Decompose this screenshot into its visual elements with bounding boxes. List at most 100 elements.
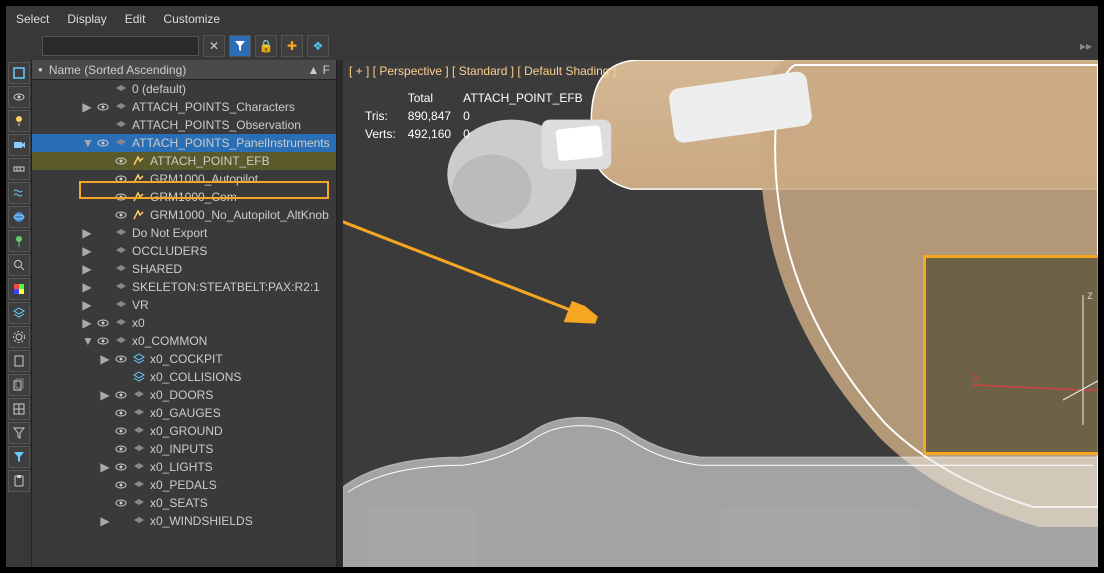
menu-display[interactable]: Display	[67, 12, 106, 26]
tree-row[interactable]: GRM1000_Autopilot	[32, 170, 336, 188]
layers-icon	[132, 352, 146, 366]
tree-row[interactable]: GRM1000_Com	[32, 188, 336, 206]
gear-tool[interactable]	[8, 326, 30, 348]
visibility-icon[interactable]	[114, 352, 128, 366]
tree-row[interactable]: ▶Do Not Export	[32, 224, 336, 242]
cam-tool[interactable]	[8, 134, 30, 156]
clear-search-button[interactable]: ✕	[203, 35, 225, 57]
tree-row[interactable]: ▶x0_WINDSHIELDS	[32, 512, 336, 530]
menu-edit[interactable]: Edit	[125, 12, 146, 26]
visibility-icon[interactable]	[114, 496, 128, 510]
color-tool[interactable]	[8, 278, 30, 300]
expand-arrow[interactable]: ▼	[82, 136, 92, 150]
page-tool[interactable]	[8, 350, 30, 372]
tree-label: x0_INPUTS	[150, 442, 213, 456]
expand-arrow[interactable]: ▶	[100, 352, 110, 366]
expand-arrow[interactable]: ▼	[82, 334, 92, 348]
tree-row[interactable]: GRM1000_No_Autopilot_AltKnob	[32, 206, 336, 224]
visibility-icon[interactable]	[96, 316, 110, 330]
visibility-icon[interactable]	[114, 406, 128, 420]
tree-row[interactable]: ▶x0_DOORS	[32, 386, 336, 404]
layer-icon	[132, 460, 146, 474]
layers-button[interactable]: ❖	[307, 35, 329, 57]
tree-label: x0_LIGHTS	[150, 460, 213, 474]
visibility-icon[interactable]	[96, 334, 110, 348]
expand-arrow[interactable]: ▶	[82, 244, 92, 258]
waves-tool[interactable]	[8, 182, 30, 204]
tree-row[interactable]: x0_COLLISIONS	[32, 368, 336, 386]
tree-row[interactable]: 0 (default)	[32, 80, 336, 98]
axis-gizmo: x y z	[943, 275, 1098, 435]
visibility-icon[interactable]	[114, 190, 128, 204]
layer-icon	[132, 406, 146, 420]
light-tool[interactable]	[8, 110, 30, 132]
search-tool[interactable]	[8, 254, 30, 276]
panel-col-f[interactable]: ▲ F	[307, 63, 330, 77]
eye-tool[interactable]	[8, 86, 30, 108]
tree-row[interactable]: ▶SHARED	[32, 260, 336, 278]
add-button[interactable]: ✚	[281, 35, 303, 57]
tree-row[interactable]: x0_INPUTS	[32, 440, 336, 458]
tree-row[interactable]: x0_SEATS	[32, 494, 336, 512]
visibility-icon[interactable]	[114, 460, 128, 474]
tree-row[interactable]: ▶ VR	[32, 296, 336, 314]
menu-customize[interactable]: Customize	[163, 12, 220, 26]
box-tool[interactable]	[8, 62, 30, 84]
tree-row[interactable]: x0_GROUND	[32, 422, 336, 440]
ruler-tool[interactable]	[8, 158, 30, 180]
tree-row[interactable]: x0_GAUGES	[32, 404, 336, 422]
funnel-tool[interactable]	[8, 422, 30, 444]
tree-row[interactable]: ▼ ATTACH_POINTS_PanelInstruments	[32, 134, 336, 152]
grid-tool[interactable]	[8, 398, 30, 420]
tree-row[interactable]: ▶ATTACH_POINTS_Characters	[32, 98, 336, 116]
tree-row[interactable]: ▶ x0_COCKPIT	[32, 350, 336, 368]
visibility-icon[interactable]	[96, 136, 110, 150]
pages-tool[interactable]	[8, 374, 30, 396]
tree-row[interactable]: ▶x0	[32, 314, 336, 332]
visibility-icon[interactable]	[114, 154, 128, 168]
expand-arrow[interactable]: ▶	[82, 226, 92, 240]
expand-arrow[interactable]: ▶	[82, 316, 92, 330]
tree-label: x0_PEDALS	[150, 478, 217, 492]
viewport[interactable]: [ + ] [ Perspective ] [ Standard ] [ Def…	[343, 60, 1098, 567]
lock-button[interactable]: 🔒	[255, 35, 277, 57]
tree-label: ATTACH_POINTS_PanelInstruments	[132, 136, 330, 150]
tree-label: x0_GAUGES	[150, 406, 221, 420]
search-input[interactable]	[42, 36, 199, 56]
clip-tool[interactable]	[8, 470, 30, 492]
tree-row[interactable]: ATTACH_POINTS_Observation	[32, 116, 336, 134]
expand-arrow[interactable]: ▶	[82, 298, 92, 312]
tree-row[interactable]: ▶SKELETON:STEATBELT:PAX:R2:1	[32, 278, 336, 296]
filter-button[interactable]	[229, 35, 251, 57]
visibility-icon[interactable]	[96, 100, 110, 114]
expand-arrow[interactable]: ▶	[100, 514, 110, 528]
expand-arrow[interactable]: ▶	[82, 100, 92, 114]
menu-select[interactable]: Select	[16, 12, 49, 26]
tree-row[interactable]: x0_PEDALS	[32, 476, 336, 494]
visibility-icon[interactable]	[114, 388, 128, 402]
tree-label: VR	[132, 298, 149, 312]
tree-row[interactable]: ▼x0_COMMON	[32, 332, 336, 350]
menubar: Select Display Edit Customize	[6, 6, 1098, 32]
expand-arrow[interactable]: ▶	[100, 460, 110, 474]
toolbar: ✕ 🔒 ✚ ❖ ▸▸	[6, 32, 1098, 60]
tree-row[interactable]: ATTACH_POINT_EFB	[32, 152, 336, 170]
tree-row[interactable]: ▶OCCLUDERS	[32, 242, 336, 260]
tree[interactable]: 0 (default)▶ATTACH_POINTS_CharactersATTA…	[32, 80, 336, 567]
visibility-icon[interactable]	[114, 208, 128, 222]
expand-arrow[interactable]: ▶	[100, 388, 110, 402]
sphere-tool[interactable]	[8, 206, 30, 228]
pin-tool[interactable]	[8, 230, 30, 252]
tree-row[interactable]: ▶ x0_LIGHTS	[32, 458, 336, 476]
filter-tool[interactable]	[8, 446, 30, 468]
visibility-icon[interactable]	[114, 172, 128, 186]
tree-label: x0_COCKPIT	[150, 352, 223, 366]
settings-icon[interactable]: ▸▸	[1080, 39, 1092, 53]
visibility-icon[interactable]	[114, 442, 128, 456]
visibility-icon[interactable]	[114, 424, 128, 438]
layers-tool[interactable]	[8, 302, 30, 324]
expand-arrow[interactable]: ▶	[82, 280, 92, 294]
panel-header[interactable]: ● Name (Sorted Ascending) ▲ F	[32, 60, 336, 80]
visibility-icon[interactable]	[114, 478, 128, 492]
expand-arrow[interactable]: ▶	[82, 262, 92, 276]
